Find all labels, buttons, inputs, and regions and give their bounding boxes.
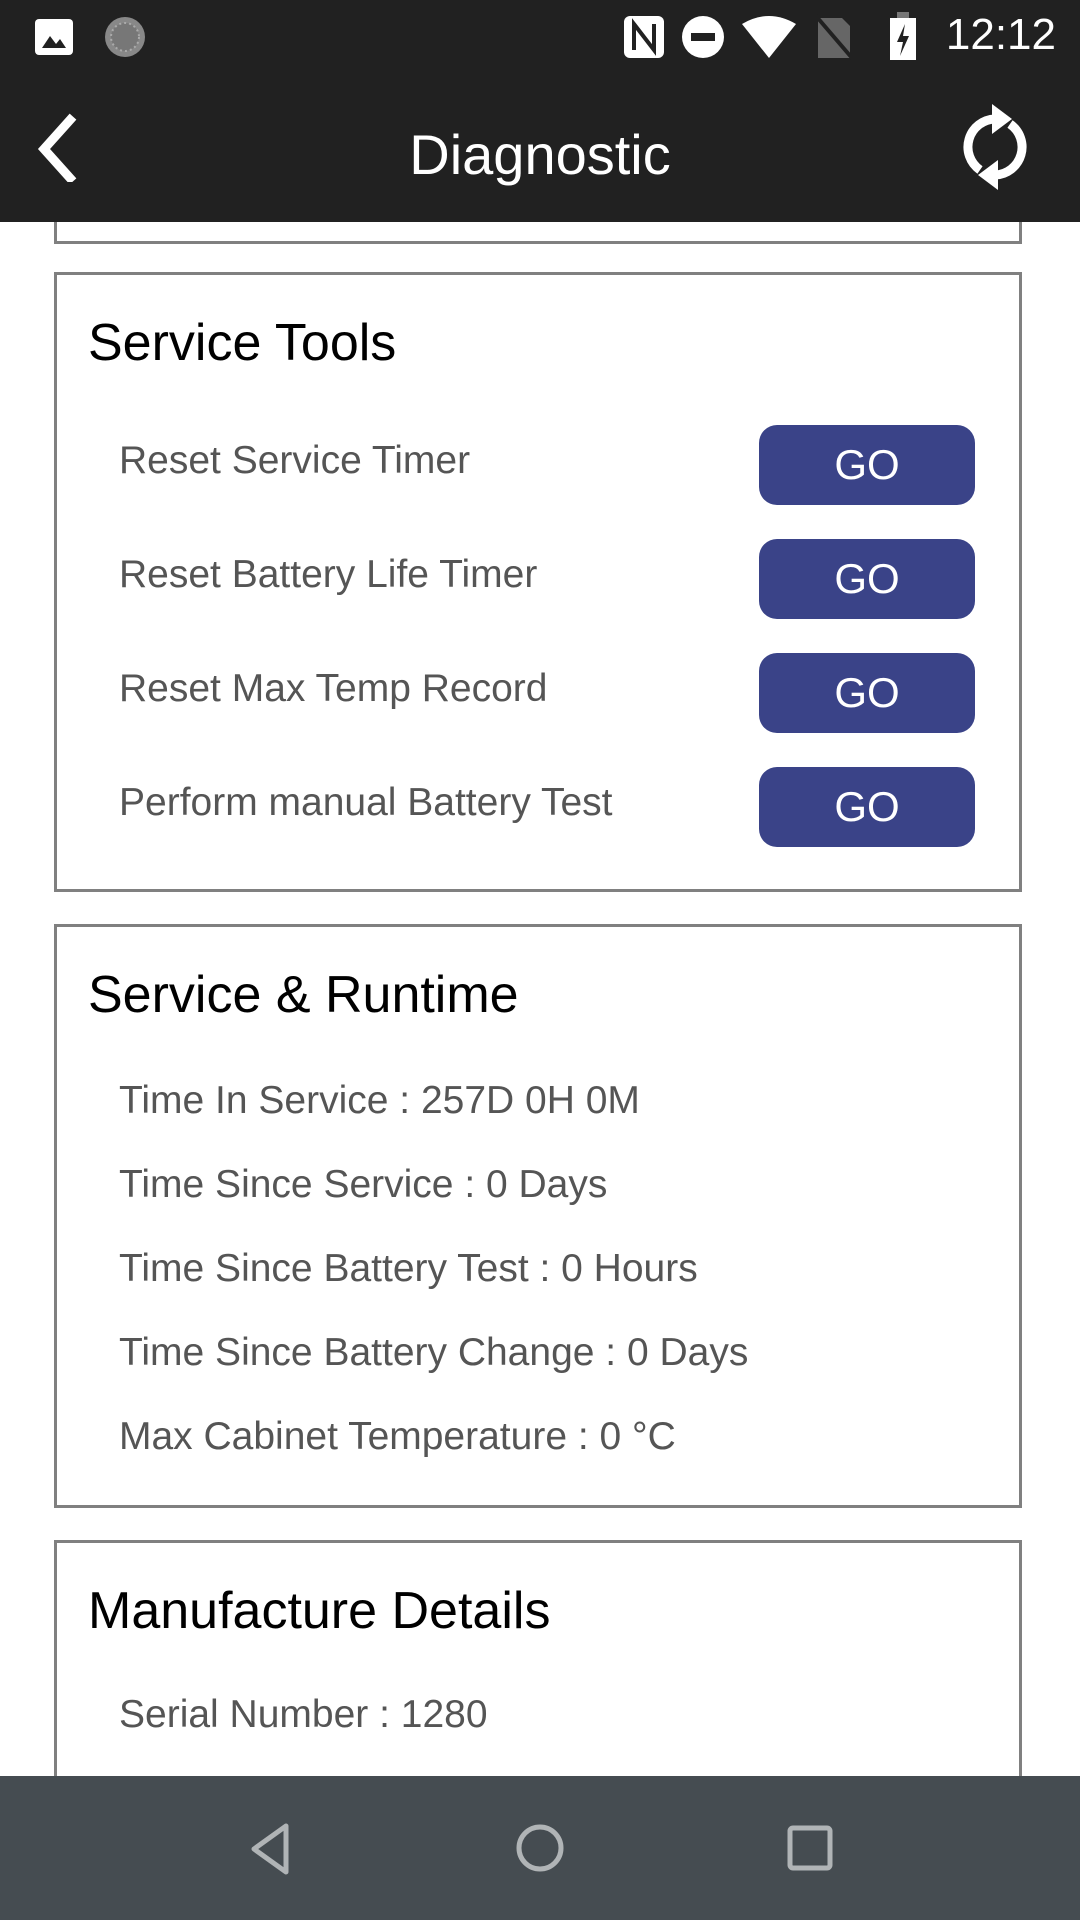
section-title: Service & Runtime xyxy=(88,966,519,1024)
time-since-battery-change: Time Since Battery Change : 0 Days xyxy=(119,1331,749,1374)
sync-progress-icon xyxy=(105,17,145,57)
no-sim-icon xyxy=(814,14,854,60)
service-runtime-card: Service & Runtime Time In Service : 257D… xyxy=(54,924,1022,1508)
reset-service-timer-label: Reset Service Timer xyxy=(119,439,471,482)
app-bar: Diagnostic xyxy=(0,72,1080,222)
status-bar: 12:12 xyxy=(0,0,1080,72)
reset-battery-life-timer-label: Reset Battery Life Timer xyxy=(119,553,538,596)
system-nav-bar xyxy=(0,1776,1080,1920)
time-since-battery-test: Time Since Battery Test : 0 Hours xyxy=(119,1247,698,1290)
nav-home-button[interactable] xyxy=(504,1812,576,1884)
image-icon xyxy=(35,19,73,55)
battery-charging-icon xyxy=(890,12,916,60)
reset-max-temp-record-go-button[interactable]: GO xyxy=(759,653,975,733)
reset-service-timer-go-button[interactable]: GO xyxy=(759,425,975,505)
diagnostic-content[interactable]: Service Tools Reset Service Timer GO Res… xyxy=(0,222,1080,1776)
reset-battery-life-timer-go-button[interactable]: GO xyxy=(759,539,975,619)
section-title: Service Tools xyxy=(88,314,397,372)
serial-number: Serial Number : 1280 xyxy=(119,1693,488,1736)
do-not-disturb-icon xyxy=(682,16,724,58)
manufacture-details-card: Manufacture Details Serial Number : 1280 xyxy=(54,1540,1022,1776)
service-tools-card: Service Tools Reset Service Timer GO Res… xyxy=(54,272,1022,892)
nfc-icon xyxy=(624,16,664,58)
clock: 12:12 xyxy=(945,10,1056,59)
previous-card xyxy=(54,222,1022,244)
refresh-icon xyxy=(963,104,1027,190)
page-title: Diagnostic xyxy=(409,123,671,186)
refresh-button[interactable] xyxy=(950,102,1040,192)
time-in-service: Time In Service : 257D 0H 0M xyxy=(119,1079,640,1122)
max-cabinet-temperature: Max Cabinet Temperature : 0 °C xyxy=(119,1415,676,1458)
wifi-icon xyxy=(742,16,796,58)
reset-max-temp-record-label: Reset Max Temp Record xyxy=(119,667,548,710)
nav-back-button[interactable] xyxy=(234,1812,306,1884)
back-icon xyxy=(251,1823,289,1875)
manual-battery-test-go-button[interactable]: GO xyxy=(759,767,975,847)
section-title: Manufacture Details xyxy=(88,1582,551,1640)
manual-battery-test-label: Perform manual Battery Test xyxy=(119,781,613,824)
nav-recents-button[interactable] xyxy=(774,1812,846,1884)
home-icon xyxy=(516,1824,564,1872)
recents-icon xyxy=(787,1825,833,1871)
time-since-service: Time Since Service : 0 Days xyxy=(119,1163,608,1206)
